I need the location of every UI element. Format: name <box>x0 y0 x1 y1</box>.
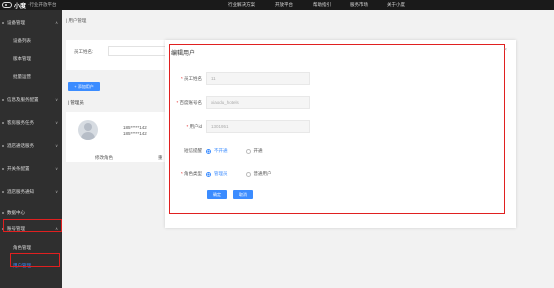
phone-icon <box>2 145 4 147</box>
sidebar-item-notice[interactable]: 酒店服务通知 ∨ <box>0 187 62 197</box>
sidebar-item-device-list[interactable]: 设备列表 <box>0 36 62 46</box>
sidebar-item-label: 版本管理 <box>13 56 31 61</box>
room-icon <box>2 122 4 124</box>
user-id-label: * 用户id <box>186 124 202 129</box>
avatar <box>78 120 98 140</box>
role-admin-label[interactable]: 管理员 <box>214 171 228 177</box>
sms-on-label[interactable]: 开通 <box>254 148 263 154</box>
top-navbar: 小度 ·行业开放平台 行业解决方案 开放平台 帮助指引 服务市场 关于小度 <box>0 0 554 10</box>
employee-name-label: * 员工姓名 <box>180 76 202 81</box>
section-title: | 管理员 <box>68 100 84 105</box>
breadcrumb: | 用户管理 <box>66 18 87 23</box>
sms-off-radio[interactable] <box>206 148 211 154</box>
sms-on-radio[interactable] <box>245 148 251 154</box>
confirm-button[interactable]: 确定 <box>207 190 227 199</box>
user-phone: 185*****142 <box>123 125 147 130</box>
logo[interactable]: 小度 ·行业开放平台 <box>2 1 57 10</box>
chevron-down-icon: ∨ <box>55 189 58 194</box>
bell-icon <box>2 191 4 193</box>
add-user-button[interactable]: + 添加用户 <box>68 82 100 91</box>
chevron-down-icon: ∨ <box>55 120 58 125</box>
sidebar-item-label: 设备列表 <box>13 38 31 43</box>
sidebar-item-label: 信息及服务配置 <box>7 97 39 102</box>
chevron-down-icon: ∨ <box>55 143 58 148</box>
sidebar: 设备管理 ∧ 设备列表 版本管理 批量运营 信息及服务配置 ∨ 客房服务任务 ∨… <box>0 10 62 288</box>
user-phone: 185*****142 <box>123 131 147 136</box>
filter-label: 员工姓名: <box>74 49 94 54</box>
info-icon <box>2 99 4 101</box>
sidebar-item-data-center[interactable]: 数据中心 <box>0 208 62 218</box>
highlight-account-mgmt <box>3 219 62 232</box>
sidebar-item-label: 客房服务任务 <box>7 120 34 125</box>
nav-about[interactable]: 关于小度 <box>387 2 405 8</box>
baidu-account-input[interactable]: xiaodu_hotels <box>206 96 310 109</box>
nav-open-platform[interactable]: 开放平台 <box>275 2 293 8</box>
sidebar-item-call-service[interactable]: 酒店通话服务 ∨ <box>0 141 62 151</box>
sidebar-item-label: 开关条配置 <box>7 166 30 171</box>
sidebar-item-label: 酒店通话服务 <box>7 143 34 148</box>
logo-mark-icon <box>2 2 12 8</box>
switch-icon <box>2 168 4 170</box>
sidebar-item-batch[interactable]: 批量运营 <box>0 72 62 82</box>
employee-name-input[interactable]: 11 <box>206 72 310 85</box>
close-icon[interactable]: × <box>504 47 507 53</box>
employee-name-filter-input[interactable] <box>108 46 168 56</box>
edit-role-link[interactable]: 修改角色 <box>95 155 113 161</box>
sidebar-item-role-mgmt[interactable]: 角色管理 <box>0 243 62 253</box>
sidebar-item-device-mgmt[interactable]: 设备管理 ∧ <box>0 18 62 28</box>
chart-icon <box>2 212 4 214</box>
logo-tagline: ·行业开放平台 <box>28 2 57 7</box>
role-admin-radio[interactable] <box>206 171 211 177</box>
sidebar-item-info-config[interactable]: 信息及服务配置 ∨ <box>0 95 62 105</box>
role-normal-label[interactable]: 普通用户 <box>254 171 272 177</box>
sidebar-item-label: 角色管理 <box>13 245 31 250</box>
chevron-down-icon: ∨ <box>55 166 58 171</box>
sms-radio-group: 不开通 开通 <box>206 148 281 154</box>
role-normal-radio[interactable] <box>245 171 251 177</box>
device-icon <box>2 22 4 24</box>
chevron-down-icon: ∨ <box>55 97 58 102</box>
sidebar-item-room-service[interactable]: 客房服务任务 ∨ <box>0 118 62 128</box>
role-radio-group: 管理员 普通用户 <box>206 171 290 177</box>
sidebar-item-label: 设备管理 <box>7 20 25 25</box>
nav-help[interactable]: 帮助指引 <box>313 2 331 8</box>
sidebar-item-label: 数据中心 <box>7 210 25 215</box>
sidebar-item-version[interactable]: 版本管理 <box>0 54 62 64</box>
sms-off-label[interactable]: 不开通 <box>214 148 228 154</box>
cancel-button[interactable]: 取消 <box>233 190 253 199</box>
dialog-title: 编辑用户 <box>171 51 196 57</box>
baidu-account-label: * 百度账号名 <box>176 100 202 105</box>
role-type-label: * 角色类型 <box>180 171 202 176</box>
logo-name: 小度 <box>14 3 27 10</box>
sidebar-item-label: 酒店服务通知 <box>7 189 34 194</box>
reset-link[interactable]: 重 <box>158 155 163 161</box>
nav-solutions[interactable]: 行业解决方案 <box>228 2 255 8</box>
sms-label: 短信提醒 <box>184 148 202 153</box>
sidebar-item-label: 批量运营 <box>13 74 31 79</box>
nav-market[interactable]: 服务市场 <box>350 2 368 8</box>
sidebar-item-switch-config[interactable]: 开关条配置 ∨ <box>0 164 62 174</box>
highlight-user-mgmt <box>10 253 60 267</box>
chevron-up-icon: ∧ <box>55 20 58 25</box>
user-id-input[interactable]: 1301951 <box>206 120 310 133</box>
